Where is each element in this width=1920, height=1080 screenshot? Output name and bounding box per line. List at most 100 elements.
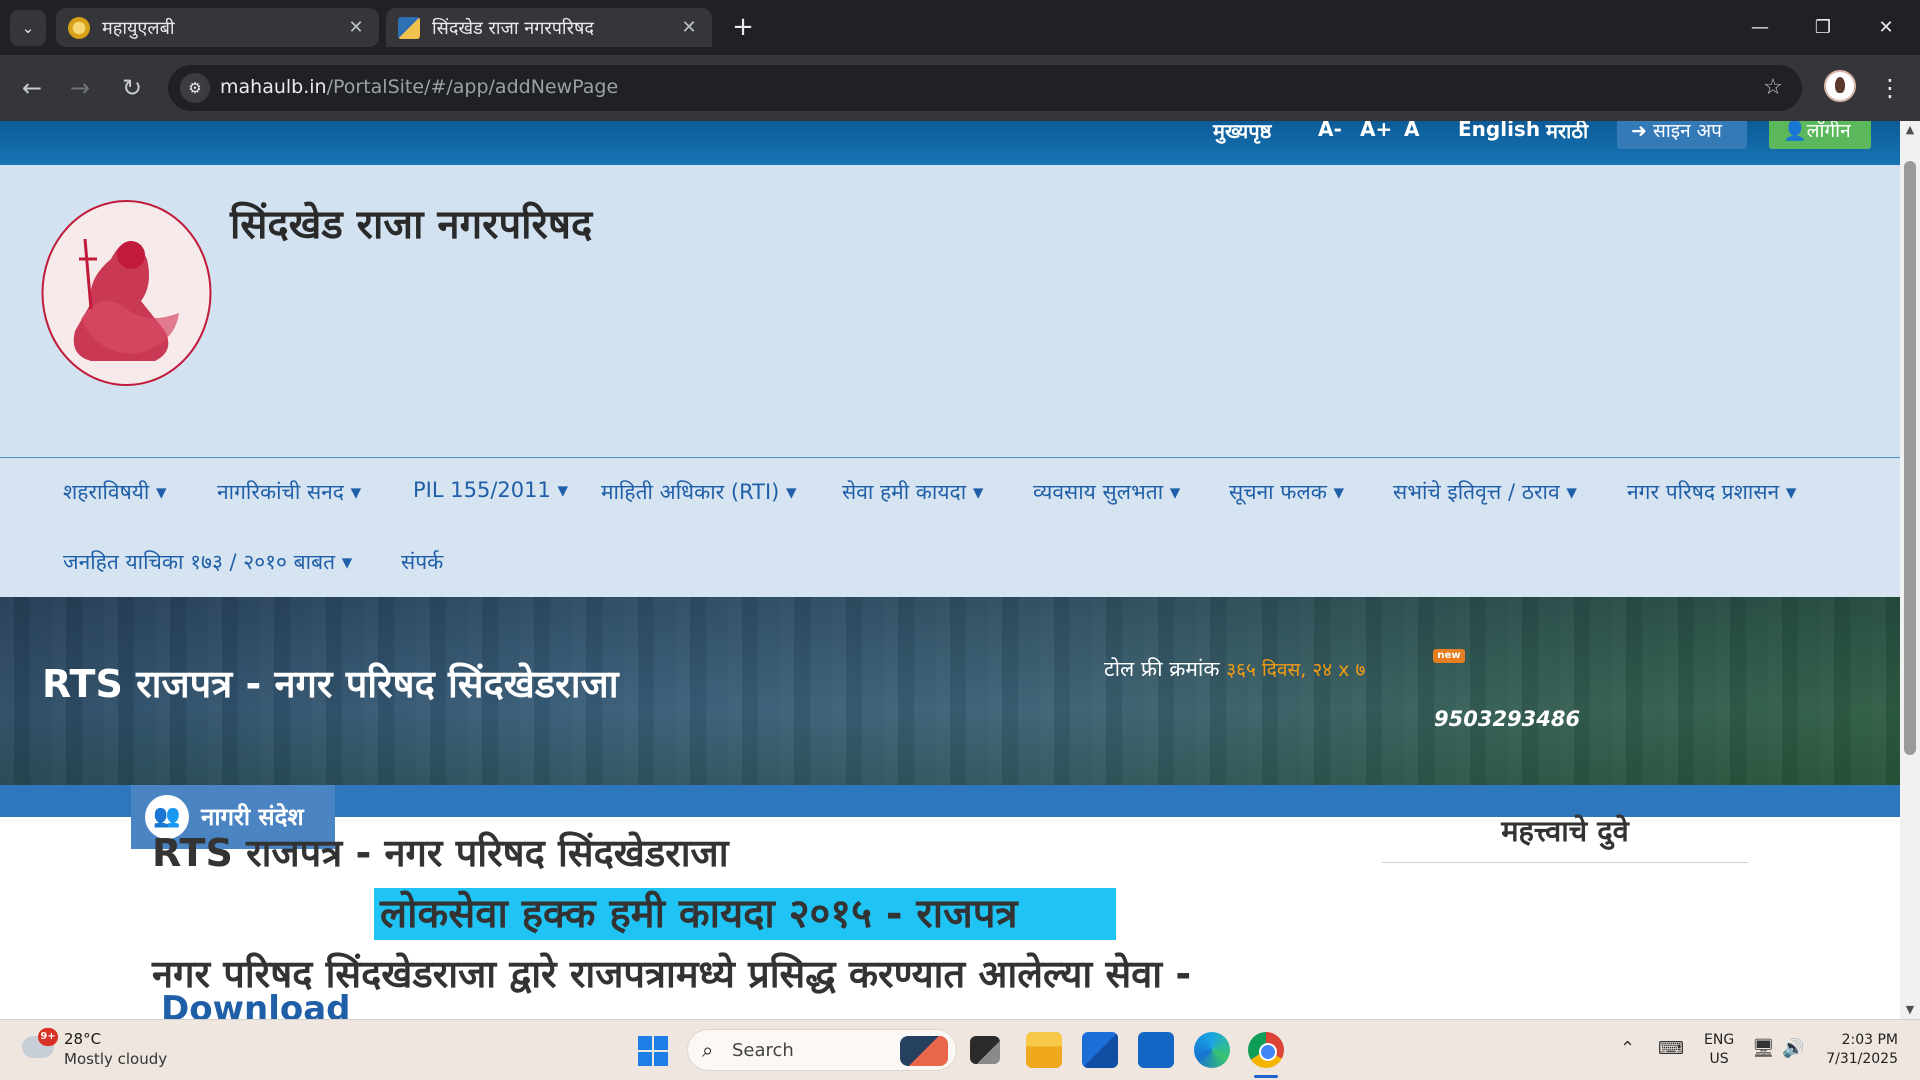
menu-item-notice-board[interactable]: सूचना फलक ▾ (1229, 478, 1344, 506)
chrome-browser-icon[interactable] (1248, 1032, 1284, 1068)
browser-tab[interactable]: महायुएलबी ✕ (56, 8, 379, 47)
taskbar-search[interactable]: ⌕ Search (687, 1029, 957, 1071)
tab-favicon-icon (398, 16, 420, 39)
close-window-icon[interactable]: ✕ (1856, 8, 1916, 48)
divider (1382, 862, 1748, 863)
font-smaller-link[interactable]: A- (1318, 121, 1342, 141)
lang-code: ENG (1704, 1032, 1735, 1048)
english-link[interactable]: English (1458, 121, 1540, 141)
chevron-up-icon[interactable]: ⌃ (1620, 1038, 1635, 1059)
toll-free-info: टोल फ्री क्रमांक ३६५ दिवस, २४ x ७ (1104, 655, 1365, 683)
clock-date: 7/31/2025 (1826, 1051, 1898, 1067)
taskbar-search-label: Search (732, 1040, 794, 1061)
search-icon: ⌕ (702, 1038, 714, 1062)
site-info-icon[interactable]: ⚙ (180, 73, 210, 103)
tab-search-button[interactable]: ⌄ (10, 10, 46, 46)
back-arrow-icon[interactable]: ← (12, 68, 52, 108)
login-button[interactable]: 👤लॉगीन (1769, 121, 1871, 149)
browser-tab-active[interactable]: सिंदखेड राजा नगरपरिषद ✕ (386, 8, 712, 47)
download-link[interactable]: Download (161, 989, 351, 1019)
url-path: /PortalSite/#/app/addNewPage (326, 76, 619, 98)
outlook-icon[interactable] (1138, 1032, 1174, 1068)
menu-item-administration[interactable]: नगर परिषद प्रशासन ▾ (1627, 478, 1796, 506)
minimize-icon[interactable]: — (1730, 8, 1790, 48)
chevron-down-icon: ⌄ (21, 19, 35, 37)
address-bar[interactable]: ⚙ mahaulb.in/PortalSite/#/app/addNewPage… (168, 65, 1802, 111)
menu-item-service-guarantee[interactable]: सेवा हमी कायदा ▾ (842, 478, 983, 506)
toll-free-hours: ३६५ दिवस, २४ x ७ (1226, 659, 1366, 681)
search-highlight-icon (900, 1036, 948, 1066)
menu-item-ease-of-business[interactable]: व्यवसाय सुलभता ▾ (1033, 478, 1180, 506)
restore-icon[interactable]: ❐ (1793, 8, 1853, 48)
menu-item-pil[interactable]: PIL 155/2011 ▾ (413, 478, 568, 502)
address-url[interactable]: mahaulb.in/PortalSite/#/app/addNewPage (220, 76, 618, 98)
login-label: लॉगीन (1806, 121, 1851, 142)
screen: ⌄ महायुएलबी ✕ सिंदखेड राजा नगरपरिषद ✕ + … (0, 0, 1920, 1080)
new-tab-plus-icon[interactable]: + (728, 12, 758, 42)
scrollbar-thumb[interactable] (1904, 161, 1916, 755)
clock-time: 2:03 PM (1841, 1032, 1898, 1048)
url-host: mahaulb.in (220, 76, 327, 98)
lang-region: US (1709, 1051, 1729, 1067)
site-title: सिंदखेड राजा नगरपरिषद (230, 202, 593, 248)
font-normal-link[interactable]: A (1404, 121, 1419, 141)
font-larger-link[interactable]: A+ (1360, 121, 1392, 141)
weather-temperature[interactable]: 28°C (64, 1030, 101, 1048)
page-scrollbar[interactable]: ▲ ▼ (1900, 121, 1920, 1019)
browser-tab-bar: ⌄ महायुएलबी ✕ सिंदखेड राजा नगरपरिषद ✕ + … (0, 0, 1920, 55)
bookmark-star-icon[interactable]: ☆ (1758, 73, 1788, 103)
menu-item-contact[interactable]: संपर्क (401, 548, 443, 576)
profile-avatar[interactable] (1824, 70, 1856, 102)
weather-condition[interactable]: Mostly cloudy (64, 1050, 167, 1068)
start-tile (638, 1052, 652, 1066)
input-language[interactable]: ENG US (1704, 1031, 1734, 1069)
system-clock[interactable]: 2:03 PM 7/31/2025 (1820, 1031, 1898, 1069)
menu-kebab-icon[interactable]: ⋮ (1875, 68, 1905, 108)
reload-icon[interactable]: ↻ (112, 68, 152, 108)
site-header: सिंदखेड राजा नगरपरिषद (0, 165, 1900, 457)
scroll-down-arrow-icon[interactable]: ▼ (1900, 1001, 1920, 1019)
menu-item-citizen-charter[interactable]: नागरिकांची सनद ▾ (217, 478, 361, 506)
volume-icon[interactable]: 🔊 (1782, 1038, 1804, 1059)
active-app-indicator (1254, 1075, 1278, 1078)
windows-start-icon[interactable] (638, 1036, 668, 1066)
network-icon[interactable]: 🖥 (1752, 1038, 1775, 1059)
forward-arrow-icon[interactable]: → (60, 68, 100, 108)
signup-button[interactable]: ➜ साइन अप (1617, 121, 1747, 149)
start-tile (638, 1036, 652, 1050)
start-tile (654, 1052, 668, 1066)
toll-free-phone[interactable]: 9503293486 (1434, 707, 1580, 731)
sign-in-icon: ➜ (1631, 121, 1647, 142)
scroll-up-arrow-icon[interactable]: ▲ (1900, 121, 1920, 139)
home-link[interactable]: मुख्यपृष्ठ (1213, 121, 1271, 144)
menu-item-rti[interactable]: माहिती अधिकार (RTI) ▾ (601, 478, 797, 506)
toll-free-label: टोल फ्री क्रमांक (1104, 657, 1220, 681)
important-links-title: महत्त्वाचे दुवे (1501, 814, 1629, 848)
highlighted-title: लोकसेवा हक्क हमी कायदा २०१५ - राजपत्र (374, 888, 1116, 940)
page-banner: RTS राजपत्र - नगर परिषद सिंदखेडराजा टोल … (0, 597, 1900, 785)
web-page: मुख्यपृष्ठ A- A+ A English मराठी ➜ साइन … (0, 121, 1920, 1019)
top-utility-bar: मुख्यपृष्ठ A- A+ A English मराठी ➜ साइन … (0, 121, 1900, 165)
user-icon: 👤 (1783, 121, 1807, 142)
start-tile (654, 1036, 668, 1050)
banner-title: RTS राजपत्र - नगर परिषद सिंदखेडराजा (42, 662, 619, 706)
edge-browser-icon[interactable] (1194, 1032, 1230, 1068)
new-badge: new (1433, 649, 1465, 663)
close-icon[interactable]: ✕ (678, 17, 700, 38)
microsoft-store-icon[interactable] (1082, 1032, 1118, 1068)
windows-taskbar: 9+ 28°C Mostly cloudy ⌕ Search ⌃ ⌨ ENG US… (0, 1019, 1920, 1080)
task-view-icon[interactable] (970, 1036, 1000, 1064)
marathi-link[interactable]: मराठी (1546, 121, 1588, 144)
menu-item-about-city[interactable]: शहराविषयी ▾ (63, 478, 167, 506)
menu-item-public-interest-litigation[interactable]: जनहित याचिका १७३ / २०१० बाबत ▾ (63, 548, 352, 576)
weather-badge: 9+ (38, 1028, 58, 1046)
main-menu: शहराविषयी ▾ नागरिकांची सनद ▾ PIL 155/201… (0, 457, 1900, 597)
close-icon[interactable]: ✕ (345, 17, 367, 38)
tab-title: महायुएलबी (102, 17, 175, 39)
keyboard-icon[interactable]: ⌨ (1658, 1038, 1684, 1059)
signup-label: साइन अप (1652, 121, 1722, 142)
file-explorer-icon[interactable] (1026, 1032, 1062, 1068)
tab-title: सिंदखेड राजा नगरपरिषद (432, 17, 594, 39)
browser-toolbar: ← → ↻ ⚙ mahaulb.in/PortalSite/#/app/addN… (0, 55, 1920, 121)
menu-item-meeting-minutes[interactable]: सभांचे इतिवृत्त / ठराव ▾ (1393, 478, 1577, 506)
